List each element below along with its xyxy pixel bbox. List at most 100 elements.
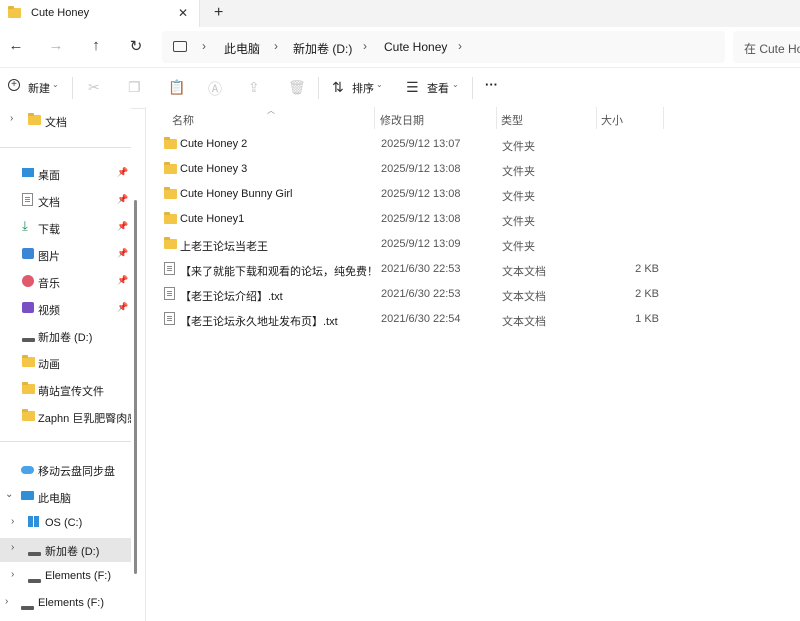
sidebar-item-label: 文档: [45, 117, 67, 129]
file-date: 2025/9/12 13:08: [381, 188, 461, 200]
pin-icon[interactable]: 📌: [117, 194, 128, 205]
sidebar-item-cloud-sync[interactable]: 移动云盘同步盘: [0, 458, 131, 482]
back-button[interactable]: ←: [6, 37, 26, 54]
file-name: Cute Honey Bunny Girl: [180, 188, 293, 200]
chevron-right-icon[interactable]: ›: [11, 542, 14, 553]
breadcrumb-drive-d[interactable]: 新加卷 (D:): [293, 40, 352, 57]
close-icon[interactable]: ✕: [178, 6, 188, 20]
sidebar-item-label: 移动云盘同步盘: [38, 466, 115, 478]
breadcrumb-cute-honey[interactable]: Cute Honey: [384, 40, 447, 54]
sidebar-item-label: 新加卷 (D:): [38, 332, 93, 344]
file-name: 【老王论坛介绍】.txt: [180, 291, 283, 303]
new-tab-button[interactable]: +: [214, 4, 223, 22]
new-button[interactable]: 新建: [28, 80, 50, 96]
file-type: 文本文档: [502, 266, 546, 278]
sidebar-item-drive-d-selected[interactable]: › 新加卷 (D:): [0, 538, 131, 562]
breadcrumb-this-pc[interactable]: 此电脑: [224, 40, 260, 57]
file-size: 2 KB: [635, 288, 659, 300]
file-name: 【来了就能下载和观看的论坛，纯免费！...: [180, 266, 376, 278]
pin-icon[interactable]: 📌: [117, 167, 128, 178]
tab-cute-honey[interactable]: Cute Honey ✕: [0, 0, 200, 27]
file-row[interactable]: 上老王论坛当老王 2025/9/12 13:09 文件夹: [158, 232, 718, 257]
file-name: Cute Honey1: [180, 213, 245, 225]
file-row[interactable]: 【来了就能下载和观看的论坛，纯免费！... 2021/6/30 22:53 文本…: [158, 257, 718, 282]
pictures-icon: [22, 248, 34, 259]
cut-icon[interactable]: ✂: [88, 79, 100, 96]
column-divider[interactable]: [663, 107, 664, 129]
sidebar-item-label: Zaphn 巨乳肥臀肉感: [38, 413, 131, 425]
sidebar-item-downloads[interactable]: ⤓ 下载 📌: [0, 216, 131, 240]
sidebar-item-zaphn[interactable]: Zaphn 巨乳肥臀肉感: [0, 405, 131, 429]
chevron-down-icon: ⌄: [452, 80, 459, 89]
sidebar-item-promo-files[interactable]: 萌站宣传文件: [0, 378, 131, 402]
file-row[interactable]: Cute Honey 2 2025/9/12 13:07 文件夹: [158, 132, 718, 157]
chevron-right-icon[interactable]: ›: [5, 596, 8, 607]
pin-icon[interactable]: 📌: [117, 221, 128, 232]
folder-icon: [28, 113, 41, 125]
search-input[interactable]: 在 Cute Ho: [744, 40, 800, 57]
sidebar-item-desktop[interactable]: 桌面 📌: [0, 162, 131, 186]
sidebar-item-label: Elements (F:): [38, 597, 105, 609]
file-row[interactable]: Cute Honey Bunny Girl 2025/9/12 13:08 文件…: [158, 182, 718, 207]
sidebar-item-label: 图片: [38, 251, 60, 263]
file-type: 文件夹: [502, 241, 535, 253]
navigation-pane: › 文档 桌面 📌 文档 📌 ⤓ 下载 📌 图片 📌 音乐 📌 视频 📌 新加卷…: [0, 107, 131, 621]
sidebar-item-label: 动画: [38, 359, 60, 371]
sidebar-item-documents[interactable]: 文档 📌: [0, 189, 131, 213]
refresh-button[interactable]: ↻: [126, 37, 146, 55]
monitor-icon: [173, 41, 187, 52]
column-divider[interactable]: [596, 107, 597, 129]
sidebar-item-this-pc[interactable]: ⌄ 此电脑: [0, 485, 131, 509]
search-box[interactable]: 在 Cute Ho: [733, 31, 800, 63]
chevron-right-icon[interactable]: ›: [11, 569, 14, 580]
sidebar-item-animation[interactable]: 动画: [0, 351, 131, 375]
column-header-name[interactable]: 名称: [172, 112, 194, 128]
share-icon[interactable]: ⇪: [248, 79, 260, 96]
sidebar-item-drive-d[interactable]: 新加卷 (D:): [0, 324, 131, 348]
file-type: 文本文档: [502, 291, 546, 303]
column-divider[interactable]: [496, 107, 497, 129]
toolbar-divider: [318, 77, 319, 99]
pin-icon[interactable]: 📌: [117, 275, 128, 286]
column-header-type[interactable]: 类型: [501, 112, 523, 128]
sidebar-item-drive-c[interactable]: › OS (C:): [0, 512, 131, 536]
sidebar-item-label: 文档: [38, 197, 60, 209]
view-icon: ☰: [406, 79, 419, 95]
address-bar[interactable]: › 此电脑 › 新加卷 (D:) › Cute Honey ›: [162, 31, 725, 63]
up-button[interactable]: ↑: [86, 37, 106, 54]
sidebar-item-documents-top[interactable]: › 文档: [0, 109, 131, 133]
sidebar-item-drive-f[interactable]: › Elements (F:): [0, 565, 131, 589]
delete-icon[interactable]: 🗑: [288, 79, 306, 96]
folder-icon: [22, 355, 35, 367]
sidebar-item-external-drive[interactable]: › Elements (F:): [0, 592, 131, 616]
paste-icon[interactable]: 📋: [168, 79, 185, 96]
pin-icon[interactable]: 📌: [117, 302, 128, 313]
chevron-right-icon[interactable]: ›: [11, 516, 14, 527]
sort-button[interactable]: 排序: [352, 80, 374, 96]
drive-icon: [28, 574, 41, 584]
column-header-date[interactable]: 修改日期: [380, 112, 424, 128]
sidebar-item-music[interactable]: 音乐 📌: [0, 270, 131, 294]
sidebar-scrollbar[interactable]: [134, 200, 137, 574]
more-options-button[interactable]: ···: [485, 77, 498, 92]
copy-icon[interactable]: ❐: [128, 79, 141, 96]
pin-icon[interactable]: 📌: [117, 248, 128, 259]
rename-icon[interactable]: Ⓐ: [208, 79, 222, 99]
file-row[interactable]: Cute Honey1 2025/9/12 13:08 文件夹: [158, 207, 718, 232]
forward-button[interactable]: →: [46, 37, 66, 54]
sidebar-item-videos[interactable]: 视频 📌: [0, 297, 131, 321]
document-icon: [22, 193, 34, 206]
file-row[interactable]: 【老王论坛介绍】.txt 2021/6/30 22:53 文本文档 2 KB: [158, 282, 718, 307]
file-row[interactable]: Cute Honey 3 2025/9/12 13:08 文件夹: [158, 157, 718, 182]
column-divider[interactable]: [374, 107, 375, 129]
file-row[interactable]: 【老王论坛永久地址发布页】.txt 2021/6/30 22:54 文本文档 1…: [158, 307, 718, 332]
sidebar-item-pictures[interactable]: 图片 📌: [0, 243, 131, 267]
view-button[interactable]: 查看: [427, 80, 449, 96]
chevron-right-icon[interactable]: ›: [10, 113, 13, 124]
sidebar-item-label: 音乐: [38, 278, 60, 290]
chevron-right-icon: ›: [202, 39, 206, 53]
file-type: 文本文档: [502, 316, 546, 328]
folder-icon: [164, 137, 177, 152]
chevron-down-icon[interactable]: ⌄: [5, 489, 13, 500]
column-header-size[interactable]: 大小: [601, 112, 623, 128]
